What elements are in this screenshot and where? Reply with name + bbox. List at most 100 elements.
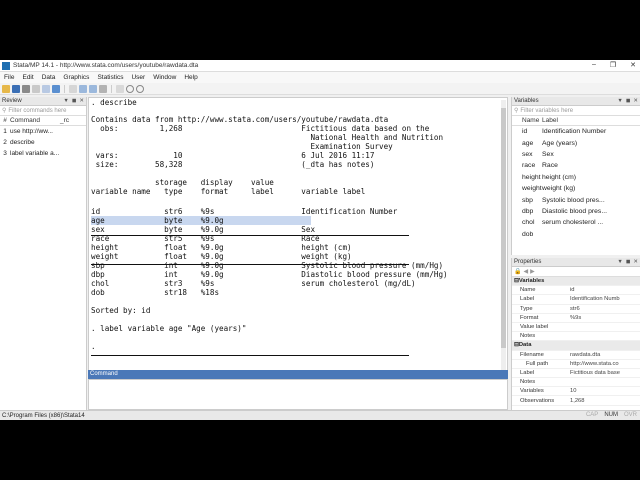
variable-row[interactable]: chol serum cholesterol ... [512,217,640,228]
menu-graphics[interactable]: Graphics [63,74,89,81]
review-row[interactable]: 2 describe [0,137,86,148]
search-icon: ⚲ [514,108,519,114]
variables-manager-icon[interactable] [99,84,107,93]
results-line: Contains data from http://www.stata.com/… [91,115,389,124]
col-label[interactable]: Label [542,117,558,124]
properties-section[interactable]: ⊟ Data [512,341,640,351]
results-line: id str6 %9s Identification Number [91,207,398,216]
review-row-num: 2 [3,139,7,146]
menu-help[interactable]: Help [184,74,197,81]
review-row[interactable]: 1 use http://ww... [0,126,86,137]
pane-buttons: ▼ ◼ ✕ [617,259,638,265]
command-input[interactable] [88,379,508,410]
graph-icon[interactable] [52,84,60,93]
property-row[interactable]: Notes [512,378,640,388]
menu-edit[interactable]: Edit [22,74,33,81]
col-name[interactable]: Name [512,117,542,124]
property-row[interactable]: Name id [512,286,640,296]
variable-row[interactable]: age Age (years) [512,137,640,148]
variable-name: sbp [522,196,533,204]
variables-pane-title: Variables [514,98,539,104]
menu-data[interactable]: Data [42,74,56,81]
variables-pane-header: Variables ▼ ◼ ✕ [512,97,640,106]
pin-icon[interactable]: ◼ [626,98,631,104]
variable-name: dbp [522,207,534,215]
variable-row[interactable]: dob [512,229,640,240]
variable-row[interactable]: height height (cm) [512,172,640,183]
close-icon[interactable]: ✕ [633,259,638,265]
review-row-cmd: describe [10,139,35,146]
close-icon[interactable]: ✕ [79,98,84,104]
working-directory: C:\Program Files (x86)\Stata14 [2,412,85,419]
variable-row[interactable]: sbp Systolic blood pres... [512,194,640,205]
variable-row[interactable]: weight weight (kg) [512,183,640,194]
property-row[interactable]: Type str6 [512,305,640,314]
close-icon[interactable]: ✕ [633,98,638,104]
do-file-editor-icon[interactable] [69,84,77,93]
results-line: weight float %9.0g weight (kg) [91,252,352,261]
property-row[interactable]: Label Fictitious data base [512,369,640,379]
results-pane: . describe Contains data from http://www… [88,97,508,405]
property-key: Notes [520,379,536,386]
more-icon[interactable] [116,84,124,93]
open-icon[interactable] [2,84,10,93]
pin-icon[interactable]: ◼ [626,259,631,265]
restore-icon[interactable]: ❐ [610,61,616,69]
property-key: Filename [520,351,544,358]
log-icon[interactable] [32,84,40,93]
break-icon[interactable] [136,84,144,93]
clear-more-icon[interactable] [126,84,134,93]
variable-name: id [522,128,528,136]
data-browser-icon[interactable] [89,84,97,93]
menu-user[interactable]: User [131,74,145,81]
review-row-cmd: label variable a... [10,150,60,157]
property-key: Label [520,296,535,303]
variable-row[interactable]: sex Sex [512,149,640,160]
menu-window[interactable]: Window [153,74,176,81]
properties-section[interactable]: ⊟ Variables [512,277,640,287]
lock-icon[interactable]: 🔒 [514,268,521,275]
results-line: vars: 10 6 Jul 2016 11:17 [91,151,375,160]
command-pane-header: Command [88,370,508,379]
results-scroll-thumb[interactable] [501,108,506,348]
variables-filter-input[interactable]: Filter variables here [520,108,573,114]
col-command[interactable]: Command [10,117,60,124]
col-rc[interactable]: _rc [60,117,69,124]
variables-filter[interactable]: ⚲ Filter variables here [512,106,640,116]
menu-statistics[interactable]: Statistics [97,74,123,81]
print-icon[interactable] [22,84,30,93]
filter-icon[interactable]: ▼ [617,259,622,265]
viewer-icon[interactable] [42,84,50,93]
filter-icon[interactable]: ▼ [617,98,622,104]
property-row[interactable]: Value label [512,323,640,333]
review-row-num: 3 [3,150,7,157]
pin-icon[interactable]: ◼ [72,98,77,104]
close-icon[interactable]: ✕ [630,61,636,69]
property-value: %9s [570,314,582,321]
review-row[interactable]: 3 label variable a... [0,148,86,159]
results-line: sex byte %9.0g Sex [91,225,316,234]
property-row[interactable]: Full path http://www.stata.co [512,360,640,369]
variable-row[interactable]: race Race [512,160,640,171]
review-filter-input[interactable]: Filter commands here [8,108,66,114]
save-icon[interactable] [12,84,20,93]
data-editor-icon[interactable] [79,84,87,93]
results-line: dbp int %9.0g Diastolic blood pressure (… [91,270,448,279]
forward-icon[interactable]: ▶ [530,268,535,275]
variables-pane: Variables ▼ ◼ ✕ ⚲ Filter variables here … [511,97,640,255]
property-row[interactable]: Observations 1,268 [512,396,640,406]
col-num[interactable]: # [0,117,10,124]
variable-name: age [522,139,534,147]
back-icon[interactable]: ◀ [523,268,528,275]
minimize-icon[interactable]: – [592,61,596,69]
variable-row[interactable]: id Identification Number [512,126,640,137]
property-row[interactable]: Variables 10 [512,387,640,397]
filter-icon[interactable]: ▼ [63,98,68,104]
variable-row[interactable]: dbp Diastolic blood pres... [512,206,640,217]
menu-file[interactable]: File [4,74,14,81]
property-row[interactable]: Format %9s [512,314,640,323]
property-row[interactable]: Notes [512,332,640,342]
property-row[interactable]: Filename rawdata.dta [512,351,640,360]
review-filter[interactable]: ⚲ Filter commands here [0,106,86,116]
property-row[interactable]: Label Identification Numb [512,295,640,305]
